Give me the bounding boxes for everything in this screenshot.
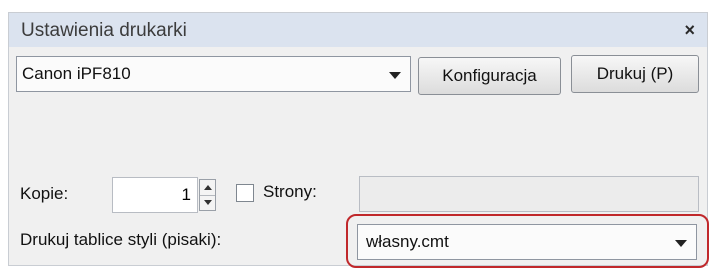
spin-down-icon[interactable]	[200, 195, 215, 210]
dialog-titlebar: Ustawienia drukarki ×	[9, 13, 707, 47]
printer-select-value: Canon iPF810	[22, 64, 131, 83]
style-table-label: Drukuj tablice styli (pisaki):	[20, 230, 222, 249]
close-icon[interactable]: ×	[684, 20, 695, 41]
highlight-outline	[346, 214, 709, 268]
printer-select[interactable]: Canon iPF810	[16, 56, 411, 92]
pages-checkbox[interactable]	[236, 184, 254, 202]
configuration-button[interactable]: Konfiguracja	[418, 57, 561, 95]
copies-spinner[interactable]	[199, 179, 216, 211]
dialog-title: Ustawienia drukarki	[21, 20, 187, 41]
chevron-down-icon	[389, 72, 401, 79]
print-settings-dialog: Ustawienia drukarki × Canon iPF810 Konfi…	[8, 12, 709, 268]
print-button[interactable]: Drukuj (P)	[571, 55, 699, 93]
pages-label: Strony:	[263, 182, 317, 201]
copies-value: 1	[181, 185, 191, 204]
copies-label: Kopie:	[20, 184, 69, 203]
spin-up-icon[interactable]	[200, 180, 215, 196]
copies-input[interactable]: 1	[112, 177, 198, 213]
pages-input[interactable]	[359, 176, 699, 212]
